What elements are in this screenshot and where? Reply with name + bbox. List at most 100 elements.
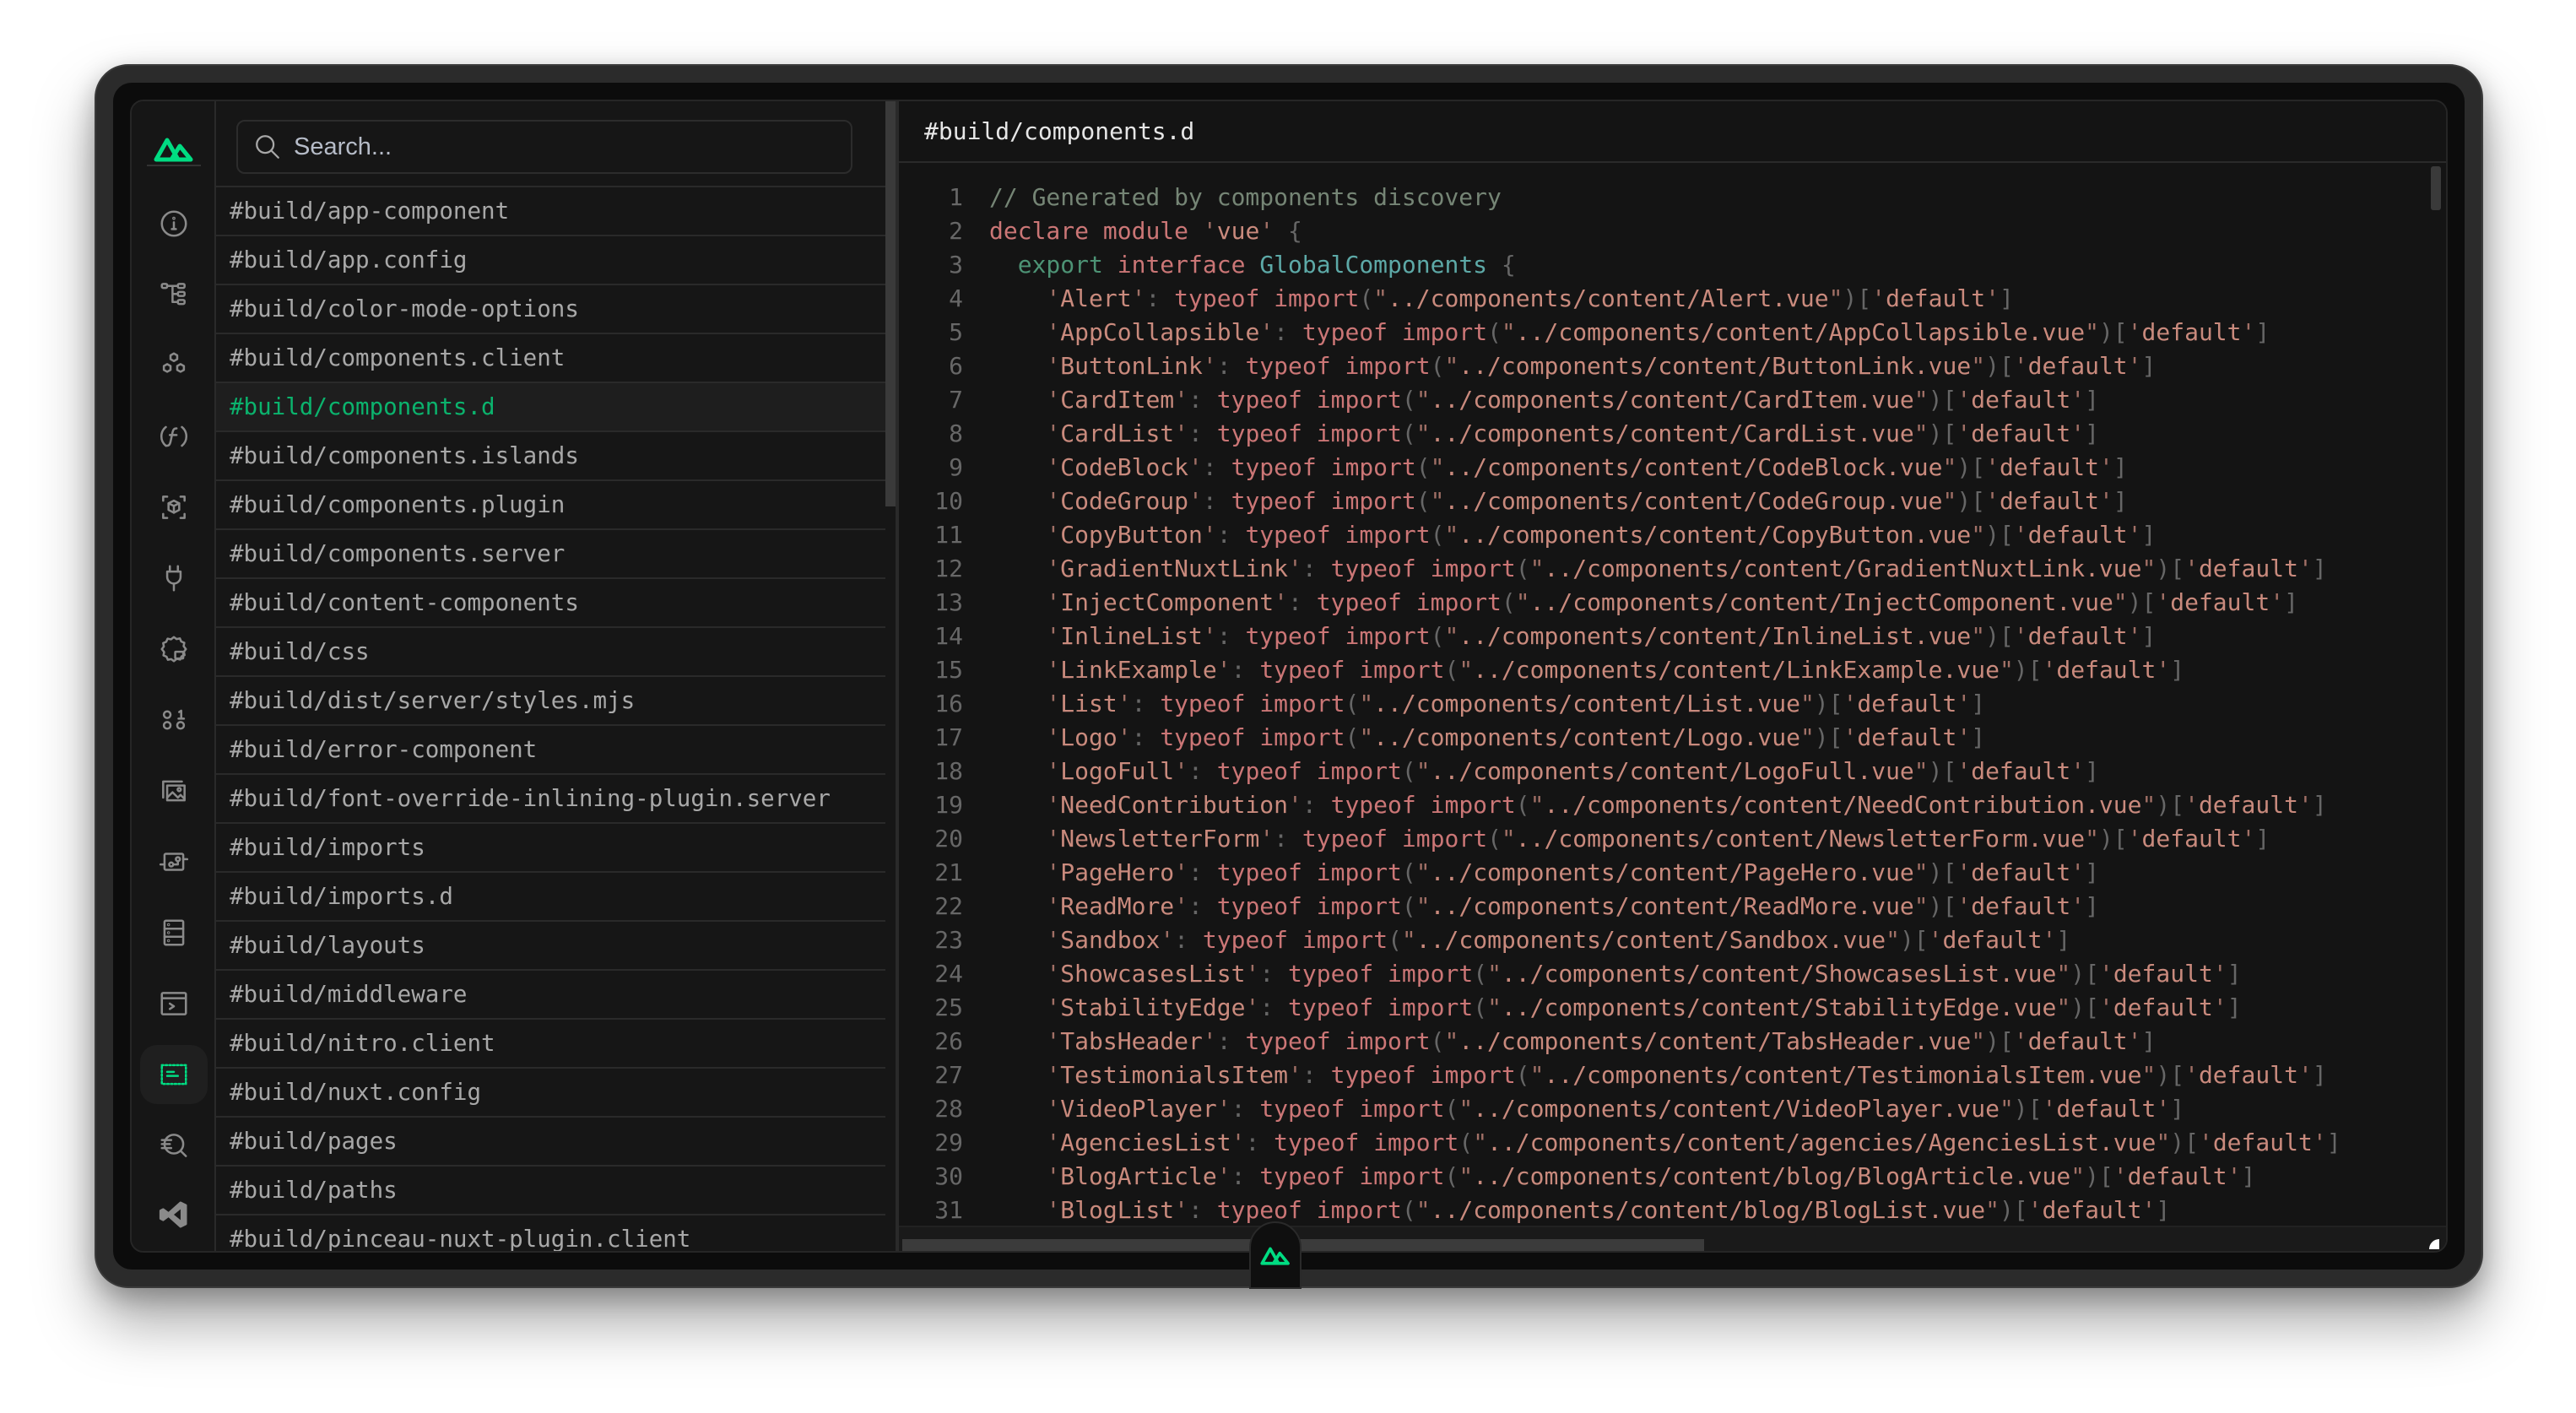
rail-item-overview[interactable] xyxy=(140,194,208,253)
images-icon xyxy=(162,780,186,802)
rail-item-vscode[interactable] xyxy=(140,1185,208,1244)
search-input[interactable] xyxy=(294,133,800,161)
code-line: 3 export interface GlobalComponents { xyxy=(899,248,2398,282)
file-list-item[interactable]: #build/content-components xyxy=(216,579,885,628)
code-line: 17 'Logo': typeof import("../components/… xyxy=(899,721,2398,755)
file-list-item[interactable]: #build/css xyxy=(216,628,885,677)
code-line: 25 'StabilityEdge': typeof import("../co… xyxy=(899,991,2398,1025)
rail-item-components[interactable] xyxy=(140,336,208,395)
file-list: #build/app-component #build/app.config #bu… xyxy=(216,187,885,1251)
rail-item-hooks[interactable] xyxy=(140,549,208,608)
file-list-scrollbar[interactable] xyxy=(885,101,896,506)
line-source: 'ButtonLink': typeof import("../componen… xyxy=(1046,352,2157,380)
file-list-item[interactable]: #build/middleware xyxy=(216,971,885,1020)
vscode-icon xyxy=(159,1201,187,1228)
file-list-item[interactable]: #build/nuxt.config xyxy=(216,1069,885,1118)
line-number: 3 xyxy=(949,251,963,279)
line-number: 27 xyxy=(934,1061,963,1089)
line-number: 10 xyxy=(934,487,963,515)
code-line: 21 'PageHero': typeof import("../compone… xyxy=(899,856,2398,890)
code-line: 16 'List': typeof import("../components/… xyxy=(899,687,2398,721)
rail-item-virtual-files[interactable] xyxy=(140,1045,208,1104)
rail-item-assets[interactable] xyxy=(140,761,208,820)
file-list-item[interactable]: #build/pages xyxy=(216,1118,885,1167)
rail-item-pages[interactable] xyxy=(140,265,208,324)
code-line: 22 'ReadMore': typeof import("../compone… xyxy=(899,890,2398,923)
file-list-item[interactable]: #build/font-override-inlining-plugin.ser… xyxy=(216,775,885,824)
rail-item-payload[interactable] xyxy=(140,690,208,750)
rail-item-server-routes[interactable] xyxy=(140,832,208,891)
line-source: 'AppCollapsible': typeof import("../comp… xyxy=(1046,318,2270,346)
file-list-item[interactable]: #build/dist/server/styles.mjs xyxy=(216,677,885,726)
file-list-item[interactable]: #build/app-component xyxy=(216,187,885,236)
nuxt-logo-icon[interactable] xyxy=(153,132,195,165)
line-number: 24 xyxy=(934,960,963,988)
rail-item-inspect[interactable] xyxy=(140,1116,208,1175)
line-number: 6 xyxy=(949,352,963,380)
terminal-icon xyxy=(160,992,187,1015)
line-source: 'TestimonialsItem': typeof import("../co… xyxy=(1046,1061,2327,1089)
file-list-item[interactable]: #build/components.islands xyxy=(216,432,885,481)
line-source: declare module 'vue' { xyxy=(989,217,1302,245)
line-number: 25 xyxy=(934,993,963,1021)
file-list-item[interactable]: #build/error-component xyxy=(216,726,885,775)
file-list-item[interactable]: #build/components.plugin xyxy=(216,481,885,530)
file-list-item[interactable]: #build/components.client xyxy=(216,334,885,383)
rail-item-storage[interactable] xyxy=(140,903,208,962)
code-line: 9 'CodeBlock': typeof import("../compone… xyxy=(899,451,2398,485)
line-source: 'ShowcasesList': typeof import("../compo… xyxy=(1046,960,2242,988)
line-source: 'CardItem': typeof import("../components… xyxy=(1046,386,2099,414)
line-source: 'BlogArticle': typeof import("../compone… xyxy=(1046,1162,2256,1190)
code-line: 15 'LinkExample': typeof import("../comp… xyxy=(899,653,2398,687)
file-list-item[interactable]: #build/app.config xyxy=(216,236,885,285)
file-list-item[interactable]: #build/color-mode-options xyxy=(216,285,885,334)
line-number: 30 xyxy=(934,1162,963,1190)
code-vertical-scrollbar[interactable] xyxy=(2431,166,2441,210)
line-number: 15 xyxy=(934,656,963,684)
line-source: 'List': typeof import("../components/con… xyxy=(1046,690,1986,717)
code-line: 14 'InlineList': typeof import("../compo… xyxy=(899,620,2398,653)
file-list-item[interactable]: #build/paths xyxy=(216,1167,885,1215)
code-line: 31 'BlogList': typeof import("../compone… xyxy=(899,1194,2398,1227)
rail-item-runtime-config[interactable] xyxy=(140,620,208,679)
search-list-icon xyxy=(160,1134,187,1157)
rail-item-imports[interactable] xyxy=(140,407,208,466)
code-line: 13 'InjectComponent': typeof import("../… xyxy=(899,586,2398,620)
line-source: 'Alert': typeof import("../components/co… xyxy=(1046,284,2014,312)
line-number: 23 xyxy=(934,926,963,954)
line-number: 8 xyxy=(949,420,963,447)
window-frame: #build/app-component#build/app.config#bu… xyxy=(95,64,2483,1288)
file-list-item[interactable]: #build/components.server xyxy=(216,530,885,579)
search-box[interactable] xyxy=(236,120,852,174)
line-number: 12 xyxy=(934,555,963,582)
line-number: 2 xyxy=(949,217,963,245)
file-list-item[interactable]: #build/imports.d xyxy=(216,873,885,922)
file-list-item[interactable]: #build/imports xyxy=(216,824,885,873)
file-list-item[interactable]: #build/layouts xyxy=(216,922,885,971)
file-list-item[interactable]: #build/components.d xyxy=(216,383,885,432)
line-source: 'Sandbox': typeof import("../components/… xyxy=(1046,926,2071,954)
code-line: 24 'ShowcasesList': typeof import("../co… xyxy=(899,957,2398,991)
line-number: 20 xyxy=(934,825,963,853)
code-horizontal-scrollbar[interactable] xyxy=(902,1239,1704,1251)
rail-divider xyxy=(147,165,201,166)
line-source: 'CopyButton': typeof import("../componen… xyxy=(1046,521,2157,549)
rail-item-modules[interactable] xyxy=(140,478,208,537)
sidebar-rail xyxy=(132,101,216,1251)
line-number: 18 xyxy=(934,757,963,785)
line-source: 'InjectComponent': typeof import("../com… xyxy=(1046,588,2298,616)
line-source: 'TabsHeader': typeof import("../componen… xyxy=(1046,1027,2157,1055)
code-line: 12 'GradientNuxtLink': typeof import("..… xyxy=(899,552,2398,586)
line-number: 9 xyxy=(949,453,963,481)
file-list-item[interactable]: #build/nitro.client xyxy=(216,1020,885,1069)
file-list-item[interactable]: #build/pinceau-nuxt-plugin.client xyxy=(216,1215,885,1251)
line-number: 4 xyxy=(949,284,963,312)
file-dotted-icon xyxy=(160,1064,187,1085)
cube-scan-icon xyxy=(162,495,186,519)
line-source: 'GradientNuxtLink': typeof import("../co… xyxy=(1046,555,2327,582)
code-line: 7 'CardItem': typeof import("../componen… xyxy=(899,383,2398,417)
plug-icon xyxy=(165,565,182,592)
devtools-toggle-button[interactable] xyxy=(1249,1221,1302,1289)
rail-item-terminals[interactable] xyxy=(140,974,208,1033)
line-number: 21 xyxy=(934,858,963,886)
